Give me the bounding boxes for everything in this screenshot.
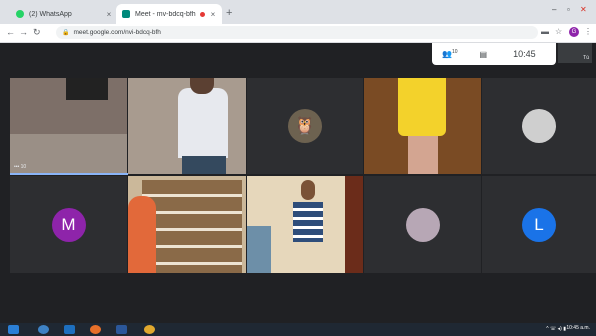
person-partial [128,196,156,273]
person-shirt [398,78,446,136]
door [345,176,363,273]
video-tile[interactable] [364,78,481,174]
chrome-icon[interactable] [144,325,155,334]
camera-icon[interactable]: ▬ [541,27,549,36]
profile-photo-avatar [522,109,556,143]
profile-photo-avatar [405,207,440,242]
minimize-button[interactable]: – [552,5,556,14]
windows-taskbar: ^ ☏ ◂) ▮ 10:45 a.m. [0,323,596,336]
close-tab-icon[interactable]: × [208,10,218,19]
video-tile[interactable]: M [10,176,127,273]
person-pants [182,156,226,174]
participant-count: 10 [451,49,458,56]
participant-avatar: L [522,207,556,242]
screen: (2) WhatsApp × Meet - mv-bdcq-bfh × + – … [0,0,596,336]
video-tile[interactable] [482,78,596,174]
self-view-label: Tú [583,55,589,61]
new-tab-button[interactable]: + [226,7,232,19]
lock-icon: 🔒 [62,30,70,36]
recording-indicator-icon [200,11,205,17]
avatar-initial: L [534,214,544,234]
close-window-button[interactable]: ✕ [580,5,587,14]
menu-icon[interactable]: ⋮ [584,27,592,36]
people-icon[interactable]: 👥10 [442,49,458,59]
self-view[interactable]: Tú [558,43,592,63]
bookmark-star-icon[interactable]: ☆ [555,27,562,36]
system-tray[interactable]: ^ ☏ ◂) ▮ [546,326,566,332]
participant-avatar: M [51,207,86,242]
video-tile[interactable] [128,176,246,273]
person-shirt [293,202,323,242]
tab-title: Meet - mv-bdcq-bfh [135,10,196,18]
owl-avatar: 🦉 [288,109,322,143]
whatsapp-icon [16,10,24,18]
address-bar: ← → ↻ 🔒 meet.google.com/nvi-bdcq-bfh ▬ ☆… [0,24,596,43]
browser-icon[interactable] [38,325,49,334]
person-shirt [178,88,228,158]
reload-button[interactable]: ↻ [33,27,41,38]
meet-clock: 10:45 [513,49,536,59]
url-field[interactable]: 🔒 meet.google.com/nvi-bdcq-bfh [56,26,538,39]
video-tile[interactable] [247,176,363,273]
back-button[interactable]: ← [6,27,15,37]
video-tile[interactable]: L [482,176,596,273]
furniture [247,226,271,273]
video-tile[interactable]: ••• 10 [10,78,127,174]
video-tile[interactable] [364,176,481,273]
forward-button[interactable]: → [19,27,28,37]
close-tab-icon[interactable]: × [104,10,114,19]
meet-icon [122,10,130,18]
video-tile[interactable]: 🦉 [247,78,363,174]
bookshelf [142,180,242,273]
chat-icon[interactable]: ▤ [480,50,488,59]
person-shorts [408,136,438,174]
person-head [301,180,315,200]
tab-whatsapp[interactable]: (2) WhatsApp × [10,4,118,24]
ie-icon[interactable] [64,325,75,334]
taskbar-clock: 10:45 a.m. [566,325,590,331]
floor [10,134,127,174]
meet-stage: 👥10 ▤ 10:45 Tú ••• 10 🦉 M L [0,43,596,323]
tab-title: (2) WhatsApp [29,10,72,18]
profile-avatar[interactable]: G [569,27,579,37]
video-tile[interactable] [128,78,246,174]
active-speaker-bar [10,173,128,175]
windows-start-icon[interactable] [8,325,19,334]
url-text: meet.google.com/nvi-bdcq-bfh [73,29,161,36]
word-icon[interactable] [116,325,127,334]
firefox-icon[interactable] [90,325,101,334]
person-silhouette [66,78,108,100]
more-indicator: ••• 10 [14,164,27,170]
meet-top-panel: 👥10 ▤ 10:45 [432,43,556,65]
tab-meet[interactable]: Meet - mv-bdcq-bfh × [116,4,222,24]
browser-tab-strip: (2) WhatsApp × Meet - mv-bdcq-bfh × + – … [0,0,596,24]
maximize-button[interactable]: ▫ [567,5,570,14]
person-head [190,78,214,94]
avatar-initial: M [61,214,76,234]
